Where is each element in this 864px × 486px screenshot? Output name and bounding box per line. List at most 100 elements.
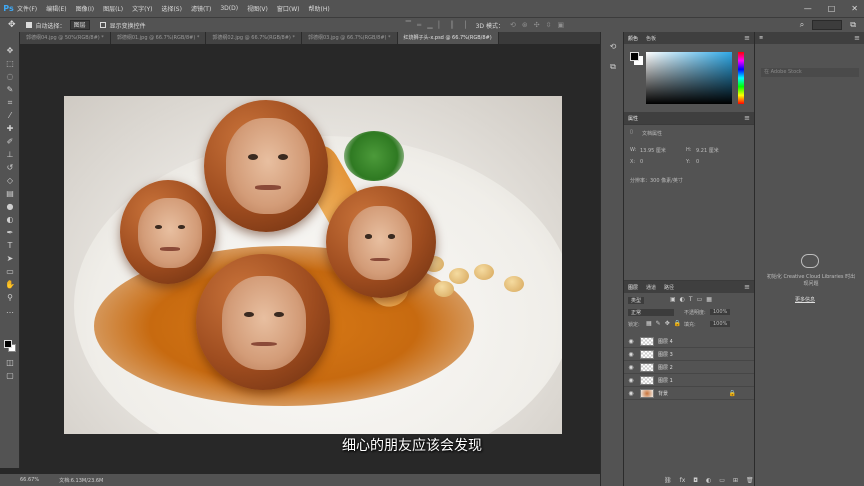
brush-icon[interactable]: ✐ — [4, 137, 16, 147]
auto-select-checkbox[interactable] — [25, 22, 32, 28]
type-icon[interactable]: T — [4, 241, 16, 251]
stock-search-input[interactable]: 在 Adobe Stock — [761, 68, 859, 77]
eraser-icon[interactable]: ◇ — [4, 176, 16, 186]
more-info-link[interactable]: 更多信息 — [795, 296, 815, 303]
move-icon[interactable]: ✥ — [4, 46, 16, 56]
zoom-level[interactable]: 66.67% — [20, 477, 39, 483]
lock-position-icon[interactable]: ✥ — [665, 320, 670, 327]
canvas-area[interactable]: 细心的朋友应该会发现 — [20, 44, 600, 468]
filter-adjust-icon[interactable]: ◐ — [680, 296, 685, 303]
more-tools-icon[interactable]: … — [4, 306, 16, 316]
workspace-dropdown[interactable] — [812, 20, 843, 30]
auto-select-dropdown[interactable]: 图层 — [69, 20, 90, 30]
add-mask-icon[interactable]: ◘ — [693, 477, 698, 484]
menu-window[interactable]: 窗口(W) — [277, 4, 300, 13]
menu-view[interactable]: 视图(V) — [247, 4, 268, 13]
clone-stamp-icon[interactable]: ⊥ — [4, 150, 16, 160]
tab-swatches[interactable]: 色板 — [646, 35, 656, 42]
filter-pixel-icon[interactable]: ▣ — [670, 296, 676, 303]
opacity-input[interactable]: 100% — [710, 309, 731, 315]
new-layer-icon[interactable]: ⊞ — [733, 477, 738, 484]
search-icon[interactable]: ⌕ — [800, 20, 804, 30]
dodge-icon[interactable]: ◐ — [4, 215, 16, 225]
align-middle-icon[interactable]: ═ — [417, 21, 421, 30]
visibility-eye-icon[interactable]: ◉ — [626, 390, 636, 397]
doc-tab-4[interactable]: 郭德纲03.jpg @ 66.7%(RGB/8#) * — [301, 32, 398, 44]
visibility-eye-icon[interactable]: ◉ — [626, 338, 636, 345]
quick-mask-icon[interactable]: ◫ — [4, 358, 16, 368]
menu-layer[interactable]: 图层(L) — [103, 4, 123, 13]
foreground-color-box[interactable] — [630, 52, 639, 61]
filter-type-icon[interactable]: T — [689, 296, 693, 303]
y-value[interactable]: 0 — [696, 159, 699, 165]
menu-3d[interactable]: 3D(D) — [220, 5, 238, 12]
path-select-icon[interactable]: ➤ — [4, 254, 16, 264]
layer-kind-filter[interactable]: 类型 — [628, 297, 645, 304]
x-value[interactable]: 0 — [640, 159, 643, 165]
visibility-eye-icon[interactable]: ◉ — [626, 351, 636, 358]
align-center-icon[interactable]: ║ — [450, 21, 454, 30]
layer-row[interactable]: ◉ 图层 3 — [624, 348, 754, 361]
properties-icon[interactable]: ⧉ — [608, 62, 618, 72]
link-layers-icon[interactable]: ⛓ — [664, 477, 672, 484]
hue-slider[interactable] — [738, 52, 744, 104]
doc-tab-1[interactable]: 郭德纲04.jpg @ 50%(RGB/8#) * — [20, 32, 111, 44]
move-tool-icon[interactable]: ✥ — [8, 20, 16, 30]
height-value[interactable]: 9.21 厘米 — [696, 147, 719, 154]
3d-drag-icon[interactable]: ✣ — [534, 21, 540, 30]
menu-type[interactable]: 文字(Y) — [132, 4, 152, 13]
menu-filter[interactable]: 滤镜(T) — [191, 4, 211, 13]
doc-tab-2[interactable]: 郭德纲01.jpg @ 66.7%(RGB/8#) * — [110, 32, 207, 44]
layer-row[interactable]: ◉ 图层 1 — [624, 374, 754, 387]
align-left-icon[interactable]: ▏ — [439, 21, 444, 30]
shape-icon[interactable]: ▭ — [4, 267, 16, 277]
minimize-button[interactable]: — — [804, 4, 812, 13]
delete-layer-icon[interactable]: 🗑 — [746, 477, 754, 484]
panel-menu-icon[interactable]: ≡ — [744, 283, 750, 291]
tab-paths[interactable]: 路径 — [664, 284, 674, 291]
filter-smart-icon[interactable]: ▦ — [706, 296, 712, 303]
align-bottom-icon[interactable]: ▁ — [427, 21, 432, 30]
layer-row[interactable]: ◉ 图层 2 — [624, 361, 754, 374]
panel-menu-icon[interactable]: ≡ — [744, 114, 750, 122]
history-icon[interactable]: ⟲ — [608, 42, 618, 52]
filter-shape-icon[interactable]: ▭ — [697, 296, 703, 303]
healing-brush-icon[interactable]: ✚ — [4, 124, 16, 134]
tab-channels[interactable]: 通道 — [646, 284, 656, 291]
doc-tab-active[interactable]: 红烧狮子头-x.psd @ 66.7%(RGB/8#) — [397, 32, 499, 44]
blur-icon[interactable]: ● — [4, 202, 16, 212]
panel-menu-icon[interactable]: ≡ — [744, 34, 750, 42]
show-transform-checkbox[interactable] — [99, 22, 106, 28]
crop-icon[interactable]: ⌗ — [4, 98, 16, 108]
layer-style-icon[interactable]: fx — [680, 477, 686, 484]
maximize-button[interactable]: □ — [828, 4, 836, 13]
tab-layers[interactable]: 图层 — [628, 284, 638, 291]
zoom-icon[interactable]: ⚲ — [4, 293, 16, 303]
pen-icon[interactable]: ✒ — [4, 228, 16, 238]
marquee-icon[interactable]: ⬚ — [4, 59, 16, 69]
document-image[interactable] — [64, 96, 562, 434]
tab-properties[interactable]: 属性 — [628, 115, 638, 122]
history-brush-icon[interactable]: ↺ — [4, 163, 16, 173]
close-button[interactable]: ✕ — [851, 4, 858, 13]
menu-help[interactable]: 帮助(H) — [309, 4, 330, 13]
menu-file[interactable]: 文件(F) — [17, 4, 37, 13]
color-field[interactable] — [646, 52, 732, 104]
lock-all-icon[interactable]: 🔒 — [674, 320, 681, 327]
layer-row[interactable]: ◉ 图层 4 — [624, 335, 754, 348]
gradient-icon[interactable]: ▤ — [4, 189, 16, 199]
doc-tab-3[interactable]: 郭德纲02.jpg @ 66.7%(RGB/8#) * — [206, 32, 302, 44]
hand-icon[interactable]: ✋ — [4, 280, 16, 290]
lasso-icon[interactable]: ◌ — [4, 72, 16, 82]
eyedropper-icon[interactable]: ⁄ — [4, 111, 16, 121]
layer-row[interactable]: ◉ 背景 🔒 — [624, 387, 754, 400]
lock-transparent-icon[interactable]: ▦ — [646, 320, 652, 327]
width-value[interactable]: 13.95 厘米 — [640, 147, 666, 154]
3d-scale-icon[interactable]: ▣ — [557, 21, 564, 30]
tab-libraries[interactable]: ≡ — [759, 35, 763, 41]
3d-roll-icon[interactable]: ⊛ — [522, 21, 528, 30]
align-top-icon[interactable]: ▔ — [406, 21, 411, 30]
visibility-eye-icon[interactable]: ◉ — [626, 377, 636, 384]
menu-image[interactable]: 图像(I) — [76, 4, 94, 13]
3d-slide-icon[interactable]: ⇳ — [546, 21, 552, 30]
